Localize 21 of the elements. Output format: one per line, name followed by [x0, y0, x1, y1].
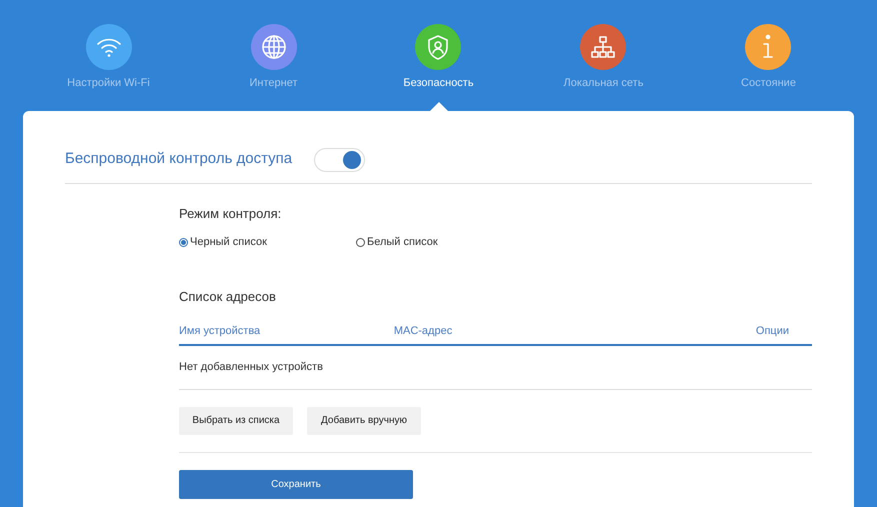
save-button[interactable]: Сохранить — [179, 470, 413, 498]
shield-user-icon — [426, 34, 450, 60]
action-button[interactable]: Добавить вручную — [307, 406, 421, 434]
section-title: Беспроводной контроль доступа — [65, 149, 292, 170]
action-button[interactable]: Выбрать из списка — [179, 406, 293, 434]
globe-icon — [260, 34, 286, 60]
info-icon — [761, 34, 776, 60]
radio-icon[interactable] — [179, 238, 188, 247]
toggle-switch[interactable] — [314, 148, 366, 172]
empty-message: Нет добавленных устройств — [179, 360, 323, 375]
radio-option[interactable]: Черный список — [179, 234, 356, 250]
column-header: MAC-адрес — [394, 324, 452, 339]
radio-icon[interactable] — [356, 238, 365, 247]
nav-tab[interactable]: Безопасность — [403, 24, 474, 92]
column-header: Опции — [756, 324, 789, 339]
column-header: Имя устройства — [179, 324, 260, 339]
mode-label: Режим контроля: — [179, 204, 282, 223]
radio-option[interactable]: Белый список — [356, 234, 533, 250]
network-icon — [590, 35, 616, 59]
wifi-icon — [96, 36, 122, 58]
list-title: Список адресов — [179, 288, 277, 306]
